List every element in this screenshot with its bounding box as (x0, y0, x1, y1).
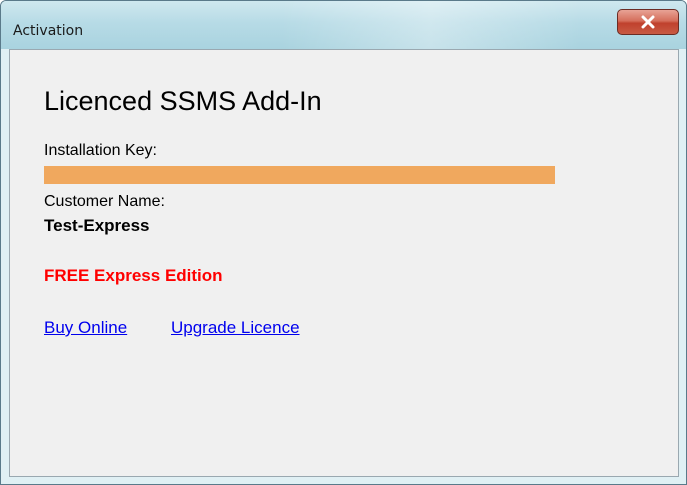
activation-window: Activation Licenced SSMS Add-In Installa… (0, 0, 687, 485)
title-bar[interactable]: Activation (1, 1, 686, 49)
customer-name-label: Customer Name: (44, 193, 165, 210)
installation-key-label: Installation Key: (44, 142, 157, 159)
buy-online-link[interactable]: Buy Online (44, 318, 127, 338)
product-title: Licenced SSMS Add-In (44, 86, 322, 116)
upgrade-licence-link[interactable]: Upgrade Licence (171, 318, 300, 338)
installation-key-field[interactable] (44, 166, 555, 184)
customer-name-value: Test-Express (44, 216, 150, 235)
window-title: Activation (13, 23, 84, 39)
client-area: Licenced SSMS Add-In Installation Key: C… (9, 49, 679, 477)
close-button[interactable] (617, 9, 679, 35)
edition-status: FREE Express Edition (44, 266, 223, 285)
close-icon (618, 10, 678, 34)
